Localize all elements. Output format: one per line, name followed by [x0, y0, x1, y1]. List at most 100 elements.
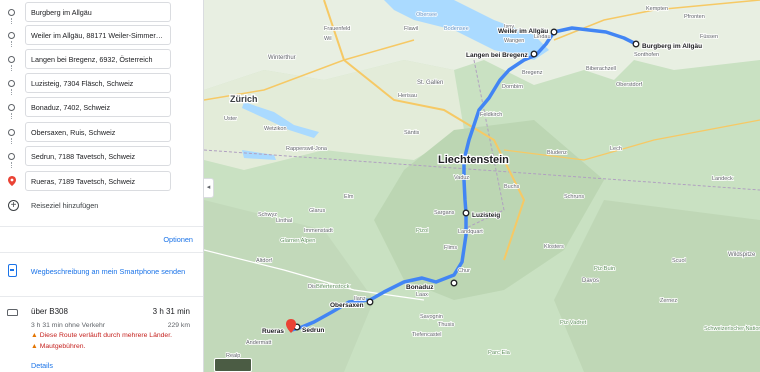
waypoint-connector — [11, 113, 13, 119]
place-label: Säntis — [404, 130, 420, 136]
lake-label: Bodensee — [444, 26, 469, 32]
route-stop-marker[interactable]: Langen bei Bregenz — [465, 50, 538, 60]
waypoint-dot-icon — [530, 50, 538, 58]
place-label: Wildspitze — [728, 252, 756, 258]
place-label: Linthal — [276, 218, 292, 224]
waypoint-row: Langen bei Bregenz, 6932, Österreich — [0, 49, 203, 71]
waypoint-dot-icon — [550, 28, 558, 36]
waypoint-connector — [11, 89, 13, 95]
waypoint-row: Rueras, 7189 Tavetsch, Schweiz — [0, 171, 203, 193]
warning-text: Diese Route verläuft durch mehrere Lände… — [39, 332, 172, 339]
details-link[interactable]: Details — [31, 361, 53, 370]
add-destination-label: Reiseziel hinzufügen — [31, 201, 99, 210]
waypoint-connector — [11, 18, 13, 24]
landmark-label: Glarner Alpen — [280, 238, 315, 244]
route-stop-label: Rueras — [262, 328, 284, 335]
place-label: Biberachzell — [586, 66, 616, 72]
route-stop-label: Luzisteig — [472, 212, 500, 219]
waypoint-circle-icon[interactable] — [8, 9, 15, 16]
waypoint-circle-icon[interactable] — [8, 80, 15, 87]
city-label: Zürich — [230, 94, 258, 104]
place-label: Wangen — [504, 38, 524, 44]
route-stop-marker[interactable]: Burgberg im Allgäu — [632, 40, 703, 51]
place-label: Sargans — [434, 210, 455, 216]
map-canvas[interactable]: Liechtenstein Zürich Obersee Bodensee Lindau… — [204, 0, 760, 372]
waypoint-row: Burgberg im Allgäu — [0, 2, 203, 24]
place-label: Flawil — [404, 26, 418, 32]
route-warning: ▲ Diese Route verläuft durch mehrere Länd… — [31, 332, 172, 339]
waypoint-input[interactable]: Burgberg im Allgäu — [25, 2, 171, 22]
place-label: Wetzikon — [264, 126, 287, 132]
waypoint-input[interactable]: Rueras, 7189 Tavetsch, Schweiz — [25, 171, 171, 191]
waypoint-circle-icon[interactable] — [8, 129, 15, 136]
place-label: Winterthur — [268, 55, 296, 61]
place-label: Vaduz — [454, 175, 469, 181]
waypoint-input[interactable]: Bonaduz, 7402, Schweiz — [25, 97, 171, 117]
place-label: Elm — [344, 194, 354, 200]
route-stop-label: Weiler im Allgäu — [498, 28, 548, 35]
waypoint-connector — [11, 138, 13, 144]
place-label: Herisau — [398, 93, 417, 99]
divider — [0, 226, 203, 227]
route-stop-label: Sedrun — [302, 327, 324, 334]
place-label: Flims — [444, 245, 457, 251]
route-duration-without-traffic: 3 h 31 min ohne Verkehr — [31, 322, 106, 329]
map-svg[interactable]: LiechtensteinZürichOberseeBodenseeLindau… — [204, 0, 760, 372]
route-stop-label: Bonaduz — [406, 284, 434, 291]
send-to-phone-button[interactable]: Wegbeschreibung an mein Smartphone sende… — [30, 265, 186, 278]
divider — [0, 252, 203, 253]
directions-panel: Burgberg im Allgäu Weiler im Allgäu, 8817… — [0, 0, 204, 372]
route-stop-marker[interactable]: Weiler im Allgäu — [497, 27, 558, 36]
destination-pin-icon[interactable] — [8, 176, 16, 186]
warning-icon: ▲ — [31, 343, 38, 350]
place-label: Landquart — [458, 229, 483, 235]
waypoint-dot-icon — [462, 209, 470, 217]
waypoint-input[interactable]: Langen bei Bregenz, 6932, Österreich — [25, 49, 171, 69]
place-label: Glarus — [309, 208, 325, 214]
waypoint-input[interactable]: Weiler im Allgäu, 88171 Weiler-Simmerber… — [25, 25, 171, 45]
route-stop-label: Obersaxen — [330, 302, 364, 309]
place-label: St. Gallen — [417, 80, 443, 86]
waypoint-connector — [11, 41, 13, 47]
plus-icon: + — [8, 200, 19, 211]
place-label: Altdorf — [256, 258, 272, 264]
waypoint-circle-icon[interactable] — [8, 104, 15, 111]
waypoint-dot-icon — [632, 40, 640, 48]
options-button[interactable]: Optionen — [163, 235, 193, 244]
place-label: Wil — [324, 36, 332, 42]
place-label: Oberstdorf — [616, 82, 642, 88]
layers-thumbnail[interactable] — [214, 358, 252, 372]
place-label: Bludenz — [547, 150, 567, 156]
waypoint-circle-icon[interactable] — [8, 32, 15, 39]
add-destination-button[interactable]: + Reiseziel hinzufügen — [6, 199, 196, 213]
place-label: Thusis — [438, 322, 454, 328]
waypoint-row: Luzisteig, 7304 Fläsch, Schweiz — [0, 73, 203, 95]
place-label: Füssen — [700, 34, 718, 40]
place-label: Scuol — [672, 258, 686, 264]
place-label: Feldkirch — [480, 112, 502, 118]
place-label: Chur — [458, 268, 470, 274]
landmark-label: Parc Ela — [488, 350, 511, 356]
waypoint-connector — [11, 65, 13, 71]
country-label: Liechtenstein — [438, 154, 509, 166]
place-label: Bregenz — [522, 70, 543, 76]
divider — [0, 296, 203, 297]
route-distance: 229 km — [167, 322, 190, 329]
lake-label: Obersee — [416, 12, 437, 18]
waypoint-dot-icon — [366, 298, 374, 306]
waypoint-input[interactable]: Obersaxen, Ruis, Schweiz — [25, 122, 171, 142]
place-label: Schruns — [564, 194, 584, 200]
landmark-label: Schweizerischer Nationalpark — [704, 326, 760, 332]
waypoint-dot-icon — [450, 279, 458, 287]
waypoint-input[interactable]: Sedrun, 7188 Tavetsch, Schweiz — [25, 146, 171, 166]
place-label: Kempten — [646, 6, 668, 12]
warning-text: Mautgebühren. — [39, 343, 86, 350]
waypoint-circle-icon[interactable] — [8, 153, 15, 160]
route-name[interactable]: über B308 — [31, 307, 68, 316]
collapse-panel-button[interactable]: ◂ — [204, 178, 214, 198]
waypoint-circle-icon[interactable] — [8, 56, 15, 63]
waypoint-input[interactable]: Luzisteig, 7304 Fläsch, Schweiz — [25, 73, 171, 93]
landmark-label: Pizol — [416, 228, 429, 234]
place-label: Dornbirn — [502, 84, 523, 90]
landmark-label: Piz Buin — [594, 266, 615, 272]
